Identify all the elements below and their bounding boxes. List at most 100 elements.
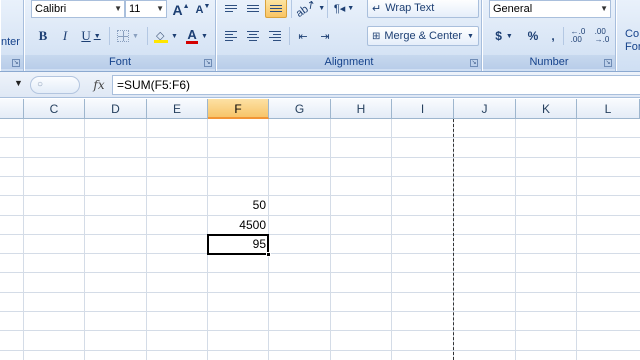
conditional-formatting-button[interactable]: Co For <box>625 28 640 54</box>
borders-button[interactable]: ▼ <box>113 26 143 46</box>
column-header-l[interactable]: L <box>577 99 640 119</box>
chevron-down-icon: ▼ <box>93 32 101 40</box>
decrease-decimal-button[interactable]: .00 →.0 <box>591 26 613 46</box>
currency-label: $ <box>495 29 502 43</box>
clipboard-launcher-icon[interactable]: ↘ <box>12 59 20 67</box>
chevron-down-icon: ▼ <box>114 4 122 13</box>
styles-group: Co For <box>616 0 640 71</box>
fx-icon: fx <box>93 78 105 92</box>
align-left-button[interactable] <box>221 26 241 46</box>
formula-bar-splitter[interactable]: ○ <box>30 76 80 94</box>
font-launcher-icon[interactable]: ↘ <box>204 59 212 67</box>
font-color-button[interactable]: A ▼ <box>183 26 211 46</box>
orientation-button[interactable]: ab↗ ▼ <box>293 0 326 20</box>
chevron-down-icon: ▼ <box>132 32 139 40</box>
merge-center-button[interactable]: ⊞ Merge & Center ▼ <box>367 26 479 46</box>
page-break-line <box>453 119 454 360</box>
ribbon: nter ↘ Calibri ▼ 11 ▼ A▲ A▼ B I U▼ ▼ <box>0 0 640 72</box>
align-right-icon <box>269 29 281 43</box>
merge-center-icon: ⊞ <box>372 30 381 42</box>
alignment-launcher-icon[interactable]: ↘ <box>470 59 478 67</box>
font-name-combo[interactable]: Calibri ▼ <box>31 0 125 18</box>
align-top-button[interactable] <box>221 0 241 18</box>
orientation-icon: ab↗ <box>293 0 319 20</box>
comma-button[interactable]: , <box>545 26 561 46</box>
align-middle-icon <box>247 3 259 14</box>
cell-f6[interactable]: 4500 <box>208 216 269 234</box>
align-bottom-button[interactable] <box>265 0 287 18</box>
wrap-text-icon: ↵ <box>372 2 382 15</box>
wrap-text-button[interactable]: ↵ Wrap Text <box>367 0 479 18</box>
row-gridline <box>0 137 640 138</box>
insert-function-button[interactable]: fx <box>88 76 110 94</box>
increase-indent-button[interactable]: ⇥ <box>315 26 335 46</box>
font-group: Calibri ▼ 11 ▼ A ▲ A ▼ B I U ▼ ▼ ◇ ▼ A ▼… <box>24 0 216 71</box>
italic-button[interactable]: I <box>55 26 75 46</box>
italic-label: I <box>62 28 68 43</box>
column-header-e[interactable]: E <box>147 99 208 119</box>
underline-label: U <box>81 28 91 43</box>
rtl-button[interactable]: ¶◂ ▼ <box>329 0 359 18</box>
column-header-d[interactable]: D <box>85 99 147 119</box>
row-gridline <box>0 176 640 177</box>
row-gridline <box>0 350 640 351</box>
align-center-icon <box>247 29 259 43</box>
chevron-down-icon: ▼ <box>318 4 326 12</box>
cell-f5[interactable]: 50 <box>208 196 269 214</box>
alignment-group-label: Alignment <box>217 55 481 69</box>
row-gridline <box>0 311 640 312</box>
font-name-value: Calibri <box>35 3 67 15</box>
currency-button[interactable]: $ ▼ <box>489 26 519 46</box>
align-middle-button[interactable] <box>243 0 263 18</box>
active-cell-outline[interactable] <box>207 234 269 255</box>
column-header-g[interactable]: G <box>269 99 331 119</box>
font-color-label: A <box>187 26 197 42</box>
font-size-value: 11 <box>129 3 141 15</box>
chevron-down-icon: ▼ <box>171 32 178 40</box>
decrease-decimal-icon: .00 →.0 <box>594 27 610 44</box>
column-gridline <box>391 119 392 360</box>
column-gridline <box>330 119 331 360</box>
percent-button[interactable]: % <box>523 26 543 46</box>
align-center-button[interactable] <box>243 26 263 46</box>
column-header-i[interactable]: I <box>392 99 454 119</box>
decrease-indent-button[interactable]: ⇤ <box>293 26 313 46</box>
fill-color-button[interactable]: ◇ ▼ <box>151 26 181 46</box>
name-box-dropdown-icon[interactable]: ▼ <box>14 78 23 88</box>
grow-font-label: A <box>172 2 183 18</box>
column-header-j[interactable]: J <box>454 99 516 119</box>
column-gridline <box>23 119 24 360</box>
column-header-k[interactable]: K <box>516 99 577 119</box>
column-header-h[interactable]: H <box>331 99 392 119</box>
chevron-down-icon: ▼ <box>505 32 513 40</box>
fill-handle[interactable] <box>266 252 271 257</box>
bold-button[interactable]: B <box>33 26 53 46</box>
worksheet-grid[interactable]: 50 4500 95 <box>0 119 640 360</box>
number-format-value: General <box>493 3 533 15</box>
clipboard-group: nter ↘ <box>0 0 24 71</box>
row-gridline <box>0 157 640 158</box>
number-format-combo[interactable]: General ▼ <box>489 0 611 18</box>
number-group: General ▼ $ ▼ % , ←.0.00 .00 →.0 Number ↘ <box>482 0 616 71</box>
shrink-font-button[interactable]: A ▼ <box>193 0 213 20</box>
formula-bar: ▼ ○ fx =SUM(F5:F6) <box>0 72 640 98</box>
formula-input[interactable]: =SUM(F5:F6) <box>112 75 640 95</box>
row-gridline <box>0 253 640 254</box>
font-size-combo[interactable]: 11 ▼ <box>125 0 167 18</box>
number-group-label: Number <box>483 55 615 69</box>
number-launcher-icon[interactable]: ↘ <box>604 59 612 67</box>
paragraph-rtl-icon: ¶◂ <box>333 2 346 15</box>
increase-indent-icon: ⇥ <box>320 30 330 43</box>
column-header-f[interactable]: F <box>208 99 269 119</box>
comma-label: , <box>551 29 555 43</box>
align-right-button[interactable] <box>265 26 285 46</box>
splitter-grip-icon: ○ <box>37 79 44 90</box>
triangle-down-icon: ▼ <box>203 2 211 10</box>
font-group-label: Font <box>25 55 215 69</box>
column-header-c[interactable]: C <box>24 99 85 119</box>
increase-decimal-button[interactable]: ←.0.00 <box>567 26 589 46</box>
underline-button[interactable]: U ▼ <box>77 26 105 46</box>
conditional-formatting-label-1: Co <box>625 28 640 40</box>
conditional-formatting-label-2: For <box>625 41 640 53</box>
grow-font-button[interactable]: A ▲ <box>171 0 191 20</box>
